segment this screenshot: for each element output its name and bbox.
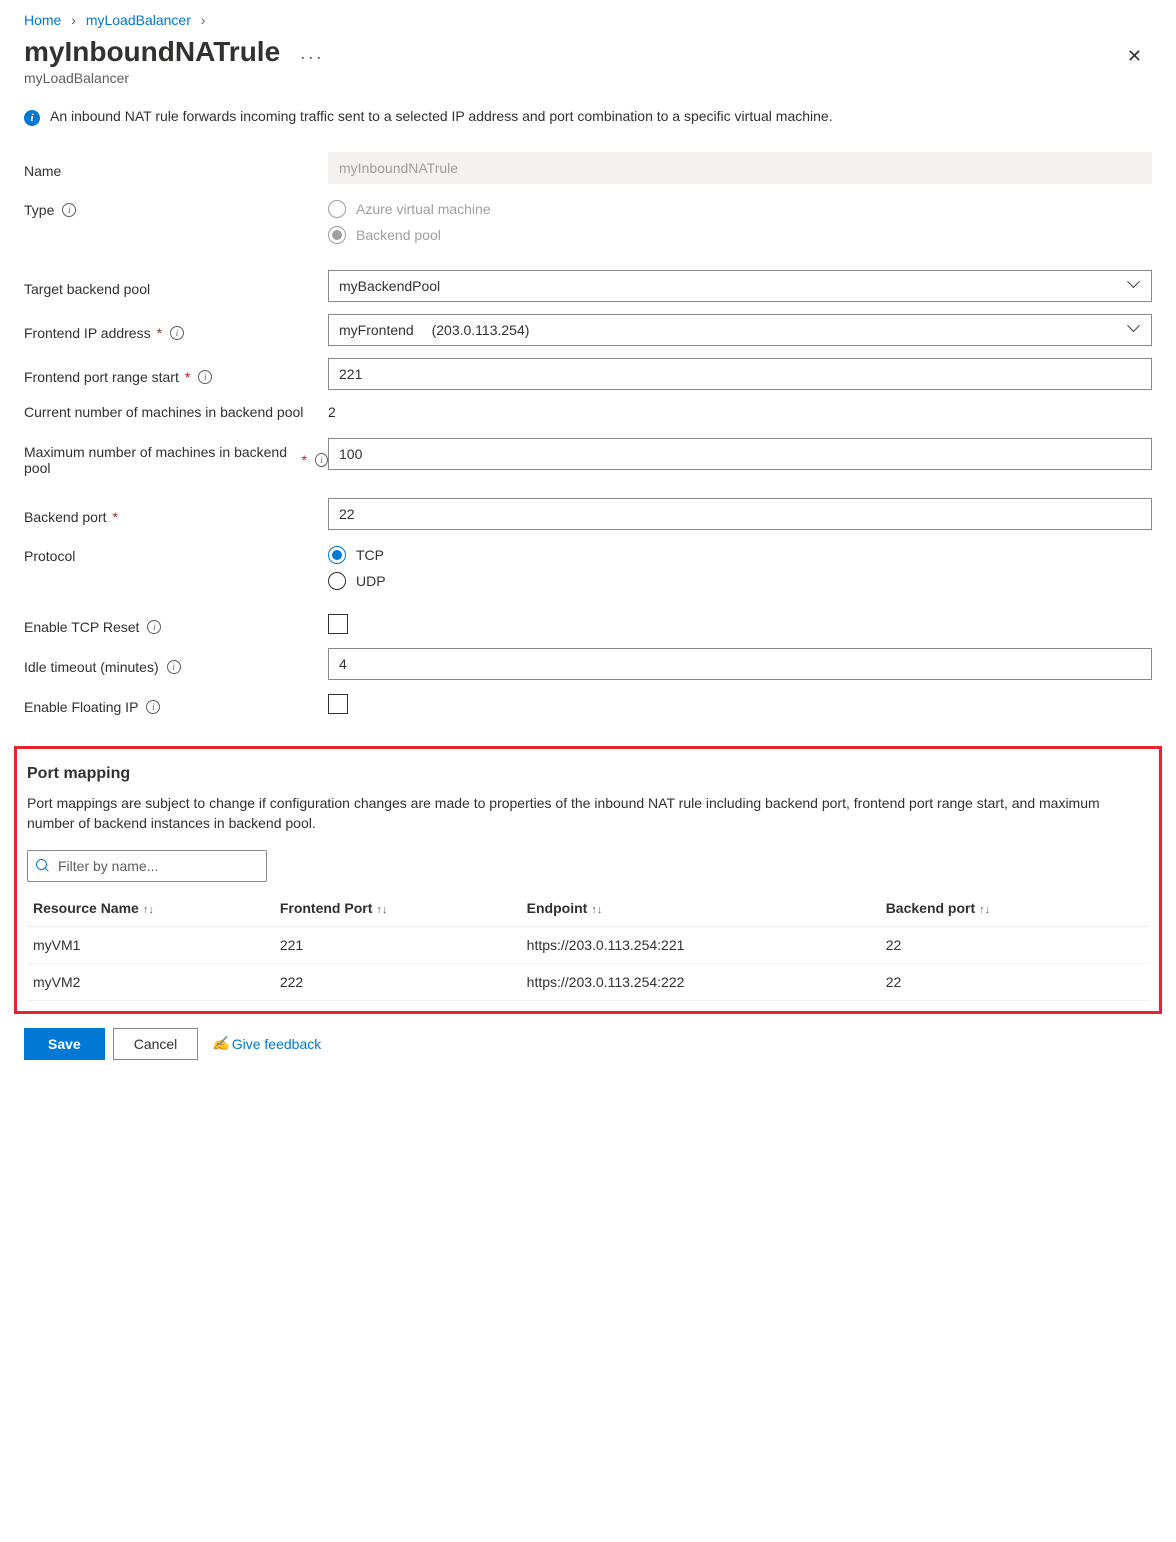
frontend-ip-label: Frontend IP address [24, 325, 151, 341]
info-icon[interactable]: i [167, 660, 181, 674]
sort-icon: ↑↓ [591, 904, 602, 916]
port-mapping-description: Port mappings are subject to change if c… [27, 793, 1149, 834]
cell-frontend: 221 [274, 926, 521, 963]
search-icon [36, 859, 50, 873]
required-indicator: * [157, 325, 162, 341]
chevron-down-icon [1129, 280, 1141, 292]
tcp-reset-label: Enable TCP Reset [24, 619, 139, 635]
info-icon[interactable]: i [315, 453, 328, 467]
backend-port-input[interactable] [328, 498, 1152, 530]
port-range-start-label: Frontend port range start [24, 369, 179, 385]
info-banner: i An inbound NAT rule forwards incoming … [24, 106, 1152, 146]
breadcrumb-home[interactable]: Home [24, 12, 61, 28]
type-radio-vm: Azure virtual machine [328, 200, 1152, 218]
port-mapping-title: Port mapping [27, 765, 1149, 783]
page-title: myInboundNATrule [24, 36, 280, 68]
protocol-tcp-label: TCP [356, 547, 384, 563]
max-machines-label: Maximum number of machines in backend po… [24, 444, 295, 476]
current-machines-value: 2 [328, 402, 1152, 420]
port-range-start-input[interactable] [328, 358, 1152, 390]
col-resource-name[interactable]: Resource Name↑↓ [27, 892, 274, 927]
cell-frontend: 222 [274, 963, 521, 1000]
sort-icon: ↑↓ [979, 904, 990, 916]
cell-resource: myVM1 [27, 926, 274, 963]
info-icon[interactable]: i [62, 203, 76, 217]
table-row: myVM2222https://203.0.113.254:22222 [27, 963, 1149, 1000]
max-machines-input[interactable] [328, 438, 1152, 470]
type-radio-pool: Backend pool [328, 226, 1152, 244]
target-pool-value: myBackendPool [339, 278, 440, 294]
required-indicator: * [113, 509, 118, 525]
frontend-ip-select[interactable]: myFrontend (203.0.113.254) [328, 314, 1152, 346]
frontend-ip-extra: (203.0.113.254) [432, 322, 530, 338]
type-radio-vm-label: Azure virtual machine [356, 201, 491, 217]
type-radio-pool-label: Backend pool [356, 227, 441, 243]
cell-backend: 22 [880, 963, 1149, 1000]
tcp-reset-checkbox[interactable] [328, 614, 348, 634]
protocol-label: Protocol [24, 548, 75, 564]
feedback-icon: ✍ [212, 1035, 229, 1052]
idle-timeout-input[interactable] [328, 648, 1152, 680]
name-input [328, 152, 1152, 184]
info-icon[interactable]: i [147, 620, 161, 634]
floating-ip-label: Enable Floating IP [24, 699, 138, 715]
chevron-right-icon: › [195, 12, 212, 28]
filter-box[interactable] [27, 850, 267, 882]
chevron-down-icon [1129, 324, 1141, 336]
info-icon[interactable]: i [170, 326, 184, 340]
info-banner-text: An inbound NAT rule forwards incoming tr… [50, 108, 833, 124]
cell-endpoint: https://203.0.113.254:222 [521, 963, 880, 1000]
backend-port-label: Backend port [24, 509, 107, 525]
floating-ip-checkbox[interactable] [328, 694, 348, 714]
cell-endpoint: https://203.0.113.254:221 [521, 926, 880, 963]
current-machines-label: Current number of machines in backend po… [24, 404, 303, 420]
breadcrumb-parent[interactable]: myLoadBalancer [86, 12, 191, 28]
info-icon[interactable]: i [198, 370, 212, 384]
close-button[interactable]: ✕ [1117, 36, 1152, 77]
type-label: Type [24, 202, 54, 218]
save-button[interactable]: Save [24, 1028, 105, 1060]
give-feedback-link[interactable]: ✍Give feedback [212, 1035, 321, 1052]
chevron-right-icon: › [65, 12, 82, 28]
protocol-udp-label: UDP [356, 573, 386, 589]
target-pool-select[interactable]: myBackendPool [328, 270, 1152, 302]
port-mapping-table: Resource Name↑↓ Frontend Port↑↓ Endpoint… [27, 892, 1149, 1001]
page-subtitle: myLoadBalancer [24, 70, 1117, 86]
table-row: myVM1221https://203.0.113.254:22122 [27, 926, 1149, 963]
target-pool-label: Target backend pool [24, 281, 150, 297]
required-indicator: * [301, 452, 306, 468]
name-label: Name [24, 163, 61, 179]
more-actions-button[interactable]: ··· [300, 47, 324, 68]
sort-icon: ↑↓ [143, 904, 154, 916]
breadcrumb: Home › myLoadBalancer › [24, 8, 1152, 36]
cancel-button[interactable]: Cancel [113, 1028, 199, 1060]
info-icon[interactable]: i [146, 700, 160, 714]
sort-icon: ↑↓ [376, 904, 387, 916]
required-indicator: * [185, 369, 190, 385]
col-endpoint[interactable]: Endpoint↑↓ [521, 892, 880, 927]
footer-actions: Save Cancel ✍Give feedback [24, 1028, 1152, 1060]
cell-resource: myVM2 [27, 963, 274, 1000]
col-backend-port[interactable]: Backend port↑↓ [880, 892, 1149, 927]
info-icon: i [24, 110, 40, 126]
col-frontend-port[interactable]: Frontend Port↑↓ [274, 892, 521, 927]
protocol-radio-tcp[interactable]: TCP [328, 546, 1152, 564]
port-mapping-section: Port mapping Port mappings are subject t… [14, 746, 1162, 1014]
filter-input[interactable] [56, 857, 258, 875]
idle-timeout-label: Idle timeout (minutes) [24, 659, 159, 675]
cell-backend: 22 [880, 926, 1149, 963]
frontend-ip-name: myFrontend [339, 322, 414, 338]
protocol-radio-udp[interactable]: UDP [328, 572, 1152, 590]
